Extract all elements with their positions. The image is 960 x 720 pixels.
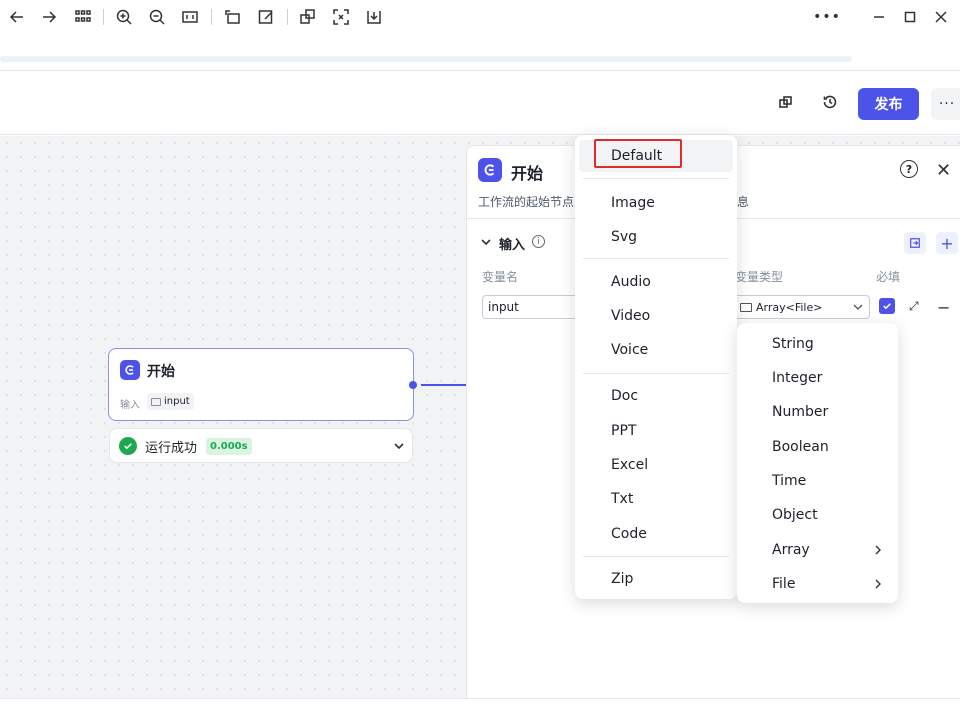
type-item-file-label: File — [772, 576, 796, 592]
actual-size-icon[interactable] — [179, 6, 201, 28]
publish-button[interactable]: 发布 — [858, 88, 919, 120]
import-icon[interactable] — [904, 232, 926, 254]
input-section-title: 输入 — [499, 238, 526, 253]
zoom-out-icon[interactable] — [146, 6, 168, 28]
success-check-icon — [119, 437, 137, 455]
type-item-array[interactable]: Array — [737, 534, 898, 566]
required-checkbox[interactable] — [879, 298, 895, 314]
variable-type-menu: String Integer Number Boolean Time Objec… — [737, 323, 898, 603]
history-icon[interactable] — [820, 92, 840, 112]
start-node[interactable]: 开始 输入 input — [108, 348, 414, 421]
highlight-box — [594, 139, 682, 168]
grid-icon[interactable] — [72, 6, 94, 28]
menu-item-voice[interactable]: Voice — [575, 334, 737, 366]
add-variable-button[interactable]: + — [936, 232, 958, 254]
type-item-boolean[interactable]: Boolean — [737, 431, 898, 463]
expand-icon[interactable]: ⤢ — [909, 299, 919, 314]
node-title: 开始 — [147, 364, 175, 380]
section-collapse-icon[interactable] — [480, 236, 492, 248]
menu-item-excel[interactable]: Excel — [575, 449, 737, 481]
node-input-tag: input — [147, 393, 194, 410]
type-item-string[interactable]: String — [737, 328, 898, 360]
file-type-menu: Default Image Svg Audio Video Voice Doc … — [575, 135, 737, 599]
info-icon[interactable]: i — [532, 235, 545, 248]
browser-toolbar: ••• — [0, 0, 960, 36]
variable-type-value: Array<File> — [756, 300, 823, 314]
col-header-name: 变量名 — [482, 270, 519, 284]
help-icon[interactable]: ? — [900, 160, 918, 178]
type-item-file[interactable]: File — [737, 568, 898, 600]
type-item-number[interactable]: Number — [737, 396, 898, 428]
toolbar-divider — [103, 9, 104, 25]
bottom-bar — [0, 698, 960, 720]
copy-icon[interactable] — [776, 92, 796, 112]
edit-icon[interactable] — [255, 6, 277, 28]
forward-arrow-icon[interactable] — [38, 6, 60, 28]
zoom-in-icon[interactable] — [113, 6, 135, 28]
close-window-icon[interactable] — [930, 6, 952, 28]
close-icon[interactable]: ✕ — [936, 160, 951, 181]
menu-item-zip[interactable]: Zip — [575, 563, 737, 595]
menu-item-txt[interactable]: Txt — [575, 483, 737, 515]
download-icon[interactable] — [363, 6, 385, 28]
menu-item-image[interactable]: Image — [575, 187, 737, 219]
address-bar[interactable] — [0, 56, 852, 62]
type-item-time[interactable]: Time — [737, 465, 898, 497]
more-options-button[interactable]: ··· — [931, 88, 960, 120]
panel-description-tail: 息 — [737, 195, 750, 209]
panel-title: 开始 — [511, 164, 544, 183]
type-item-integer[interactable]: Integer — [737, 362, 898, 394]
col-header-type: 变量类型 — [735, 270, 784, 284]
chevron-down-icon — [853, 304, 863, 310]
menu-item-audio[interactable]: Audio — [575, 266, 737, 298]
minimize-icon[interactable] — [868, 6, 890, 28]
node-input-tag-text: input — [164, 396, 190, 407]
copy-image-icon[interactable] — [297, 6, 319, 28]
screenshot-icon[interactable] — [330, 6, 352, 28]
file-icon — [151, 397, 161, 406]
chevron-down-icon[interactable] — [392, 439, 406, 453]
variable-type-select[interactable]: Array<File> — [734, 295, 870, 319]
type-item-object[interactable]: Object — [737, 499, 898, 531]
node-output-port[interactable] — [409, 381, 417, 389]
node-input-label: 输入 — [120, 400, 140, 411]
menu-item-ppt[interactable]: PPT — [575, 415, 737, 447]
maximize-icon[interactable] — [899, 6, 921, 28]
panel-description: 工作流的起始节点 — [478, 195, 575, 209]
toolbar-divider — [287, 9, 288, 25]
col-header-required: 必填 — [876, 270, 901, 284]
run-status-text: 运行成功 — [145, 441, 198, 456]
menu-item-doc[interactable]: Doc — [575, 380, 737, 412]
connection-edge — [421, 384, 466, 386]
variable-name-input[interactable]: input — [482, 295, 582, 319]
menu-divider — [583, 178, 729, 179]
chevron-right-icon — [875, 545, 881, 555]
app-header — [0, 71, 960, 135]
back-arrow-icon[interactable] — [6, 6, 28, 28]
type-item-array-label: Array — [772, 542, 810, 558]
panel-start-icon — [478, 158, 502, 182]
rotate-icon[interactable] — [222, 6, 244, 28]
run-time-badge: 0.000s — [206, 438, 252, 455]
menu-divider — [583, 556, 729, 557]
remove-variable-button[interactable]: − — [937, 298, 950, 317]
chevron-right-icon — [875, 579, 881, 589]
run-status-bar[interactable]: 运行成功 0.000s — [109, 428, 413, 463]
menu-divider — [583, 258, 729, 259]
menu-item-video[interactable]: Video — [575, 300, 737, 332]
menu-divider — [583, 373, 729, 374]
menu-item-svg[interactable]: Svg — [575, 221, 737, 253]
file-icon — [740, 302, 752, 312]
start-node-icon — [120, 360, 140, 380]
menu-dots-icon[interactable]: ••• — [813, 6, 840, 28]
menu-item-code[interactable]: Code — [575, 518, 737, 550]
toolbar-divider — [211, 9, 212, 25]
